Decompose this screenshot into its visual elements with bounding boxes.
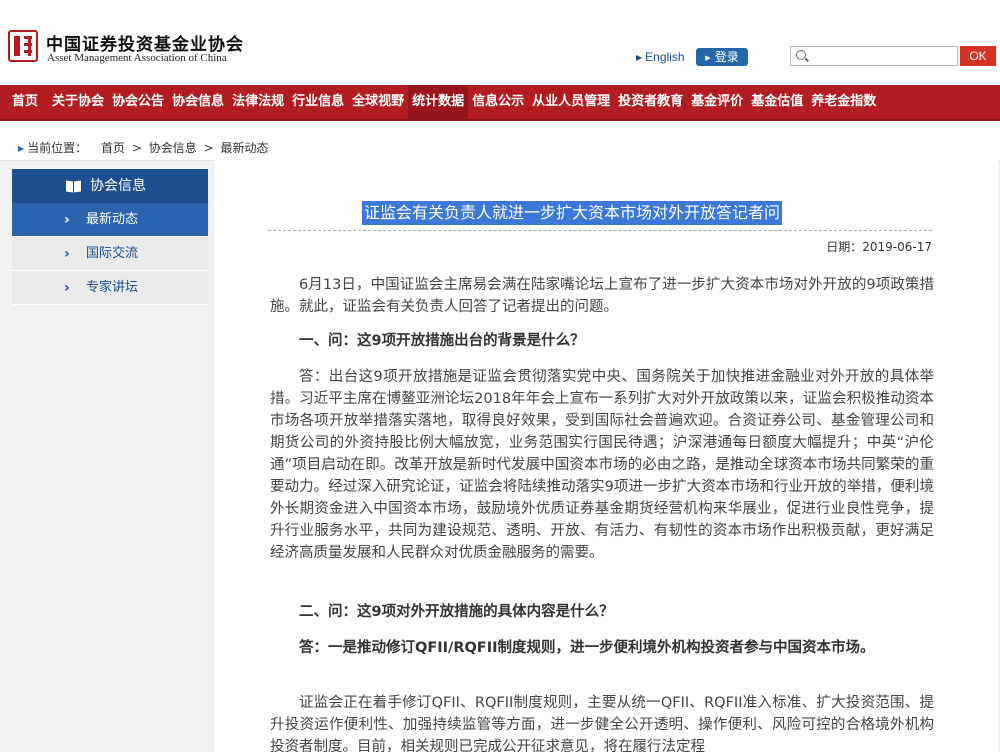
- breadcrumb-prefix: 当前位置：: [27, 141, 88, 155]
- sidebar-item-label: 最新动态: [86, 212, 139, 227]
- nav-item[interactable]: 首页: [0, 85, 48, 119]
- title-divider: [268, 230, 932, 231]
- breadcrumb-separator: >: [203, 141, 214, 155]
- sidebar-item-label: 专家讲坛: [86, 280, 139, 295]
- article-answer-heading: 答：一是推动修订QFII/RQFII制度规则，进一步便利境外机构投资者参与中国资…: [299, 640, 875, 656]
- triangle-right-icon: ▶: [636, 53, 643, 63]
- nav-item[interactable]: 从业人员管理: [528, 85, 614, 119]
- amac-logo-icon[interactable]: [8, 30, 38, 62]
- sidebar-item-latest-news[interactable]: › 最新动态: [12, 203, 208, 237]
- sidebar-item-expert-forum[interactable]: › 专家讲坛: [12, 271, 208, 305]
- nav-item[interactable]: 协会公告: [108, 85, 168, 119]
- breadcrumb-item-home[interactable]: 首页: [101, 141, 125, 155]
- english-link[interactable]: ▶ English: [636, 50, 685, 64]
- search-icon: [796, 50, 806, 60]
- article-paragraph: 证监会正在着手修订QFII、RQFII制度规则，主要从统一QFII、RQFII准…: [270, 695, 934, 752]
- sidebar: 协会信息 › 最新动态 › 国际交流 › 专家讲坛: [12, 169, 208, 305]
- main-nav: 首页 关于协会 协会公告 协会信息 法律法规 行业信息 全球视野 统计数据 信息公示 从业人员管理…: [0, 85, 1000, 121]
- breadcrumb-separator: >: [131, 141, 142, 155]
- article-paragraph: 答：出台这9项开放措施是证监会贯彻落实党中央、国务院关于加快推进金融业对外开放的…: [270, 369, 934, 561]
- nav-item[interactable]: 协会信息: [168, 85, 228, 119]
- nav-item[interactable]: 行业信息: [288, 85, 348, 119]
- triangle-right-icon: ▶: [18, 144, 25, 153]
- breadcrumb-item-current[interactable]: 最新动态: [220, 141, 268, 155]
- org-name-en[interactable]: Asset Management Association of China: [47, 52, 227, 64]
- login-button[interactable]: ▶ 登录: [696, 48, 748, 66]
- chevron-right-icon: ›: [64, 246, 70, 262]
- chevron-right-icon: ›: [64, 280, 70, 296]
- article-paragraph: 6月13日，中国证监会主席易会满在陆家嘴论坛上宣布了进一步扩大资本市场对外开放的…: [270, 277, 934, 315]
- nav-item[interactable]: 信息公示: [468, 85, 528, 119]
- nav-item[interactable]: 养老金指数: [807, 85, 880, 119]
- nav-item[interactable]: 全球视野: [348, 85, 408, 119]
- sidebar-item-international-exchange[interactable]: › 国际交流: [12, 237, 208, 271]
- article-question: 一、问：这9项开放措施出台的背景是什么？: [299, 333, 585, 349]
- triangle-right-icon: ▶: [705, 53, 711, 62]
- article-date: 日期：2019-06-17: [826, 240, 932, 254]
- nav-item[interactable]: 投资者教育: [614, 85, 687, 119]
- sidebar-item-label: 国际交流: [86, 246, 139, 261]
- search-input[interactable]: [790, 46, 958, 66]
- chevron-right-icon: ›: [64, 212, 70, 228]
- sidebar-title-label: 协会信息: [90, 178, 146, 194]
- article-title: 证监会有关负责人就进一步扩大资本市场对外开放答记者问: [362, 201, 783, 225]
- nav-item[interactable]: 统计数据: [408, 85, 469, 119]
- nav-item[interactable]: 关于协会: [48, 85, 108, 119]
- english-link-label: English: [645, 50, 685, 64]
- sidebar-title: 协会信息: [12, 169, 208, 203]
- book-icon: [66, 180, 82, 193]
- article-question: 二、问：这9项对外开放措施的具体内容是什么？: [299, 604, 614, 620]
- breadcrumb-item-section[interactable]: 协会信息: [149, 141, 197, 155]
- login-label: 登录: [714, 50, 739, 64]
- nav-item[interactable]: 法律法规: [228, 85, 288, 119]
- site-header: 中国证券投资基金业协会 Asset Management Association…: [0, 0, 1000, 85]
- search-button[interactable]: OK: [960, 46, 996, 66]
- nav-item[interactable]: 基金评价: [687, 85, 747, 119]
- breadcrumb: ▶ 当前位置： 首页 > 协会信息 > 最新动态: [18, 139, 268, 156]
- nav-item[interactable]: 基金估值: [747, 85, 807, 119]
